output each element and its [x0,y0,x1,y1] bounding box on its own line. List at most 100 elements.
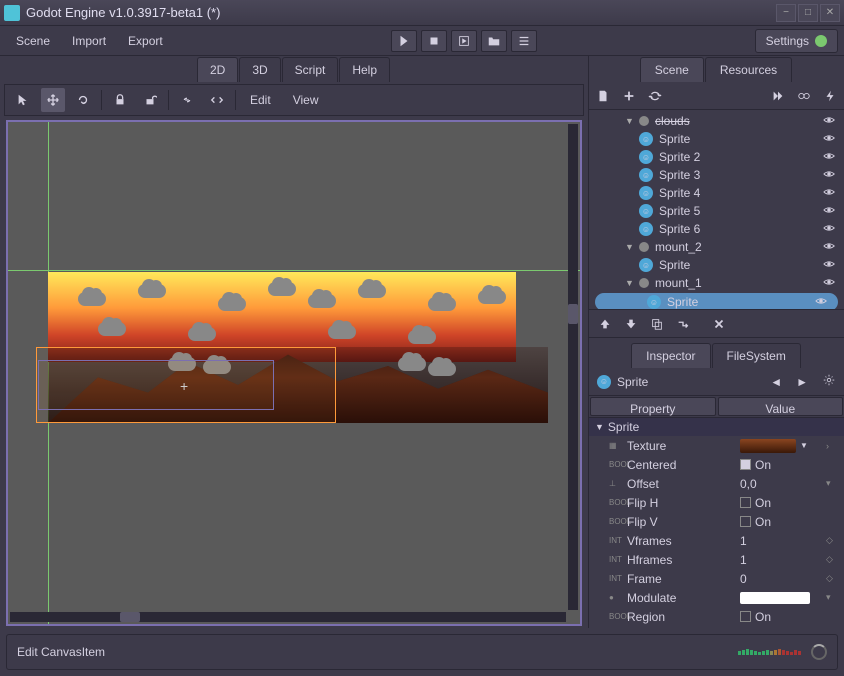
tree-row-mount_1[interactable]: ▼mount_1 [589,274,844,292]
visibility-toggle[interactable] [822,113,840,130]
script-button[interactable] [822,88,838,104]
duplicate-button[interactable] [649,316,665,332]
unlock-tool[interactable] [138,88,162,112]
connect-button[interactable] [770,88,786,104]
maximize-button[interactable]: □ [798,4,818,22]
history-back-button[interactable]: ◄ [770,375,782,389]
rotate-tool[interactable] [71,88,95,112]
visibility-toggle[interactable] [822,239,840,256]
play-scene-button[interactable] [451,30,477,52]
tree-label: Sprite [665,295,810,309]
groups-button[interactable] [796,88,812,104]
tree-row-sprite[interactable]: ☺Sprite [589,256,844,274]
delete-button[interactable] [711,316,727,332]
expand-icon[interactable]: ▼ [625,278,635,288]
list-icon [517,34,531,48]
tab-help[interactable]: Help [339,57,390,82]
canvas-viewport[interactable]: + [6,120,582,626]
lock-tool[interactable] [108,88,132,112]
expand-icon[interactable]: ▼ [625,116,635,126]
instance-button[interactable] [647,88,663,104]
tab-2d[interactable]: 2D [197,57,238,82]
menu-export[interactable]: Export [118,30,173,52]
prop-hframes[interactable]: INTHframes 1 ◇ [589,550,844,569]
move-tool[interactable] [41,88,65,112]
tree-row-sprite-4[interactable]: ☺Sprite 4 [589,184,844,202]
list-button[interactable] [511,30,537,52]
checkbox[interactable] [740,516,751,527]
add-node-button[interactable] [621,88,637,104]
open-button[interactable] [481,30,507,52]
goto-resource-button[interactable]: › [826,441,840,451]
tab-3d[interactable]: 3D [239,57,280,82]
spinner-button[interactable]: ◇ [826,573,840,584]
history-forward-button[interactable]: ► [796,375,808,389]
scrollbar-horizontal[interactable] [10,612,566,622]
checkbox[interactable] [740,459,751,470]
menu-scene[interactable]: Scene [6,30,60,52]
chain-tool[interactable] [175,88,199,112]
inspector-list[interactable]: ▼Sprite ▦Texture ▼ › BOOLCentered On ⊥Of… [589,418,844,628]
tree-row-sprite[interactable]: ☺Sprite [595,293,838,310]
spinner-button[interactable]: ◇ [826,535,840,546]
play-button[interactable] [391,30,417,52]
eye-icon [822,275,836,289]
tab-resources[interactable]: Resources [705,57,792,82]
tree-row-mount_2[interactable]: ▼mount_2 [589,238,844,256]
prop-centered[interactable]: BOOLCentered On [589,455,844,474]
tab-scene[interactable]: Scene [640,57,704,82]
edit-menu[interactable]: Edit [242,89,279,111]
inspector-section[interactable]: ▼Sprite [589,418,844,436]
move-down-button[interactable] [623,316,639,332]
tree-row-sprite-6[interactable]: ☺Sprite 6 [589,220,844,238]
new-node-button[interactable] [595,88,611,104]
select-tool[interactable] [11,88,35,112]
tree-row-sprite-2[interactable]: ☺Sprite 2 [589,148,844,166]
view-menu[interactable]: View [285,89,327,111]
scrollbar-vertical[interactable] [568,124,578,610]
settings-button[interactable]: Settings [755,29,838,53]
texture-preview[interactable] [740,439,796,453]
move-up-button[interactable] [597,316,613,332]
expand-icon[interactable]: ▼ [625,242,635,252]
expand-button[interactable]: ▾ [826,478,840,489]
prop-modulate[interactable]: ●Modulate ▾ [589,588,844,607]
prop-fliph[interactable]: BOOLFlip H On [589,493,844,512]
tree-row-sprite[interactable]: ☺Sprite [589,130,844,148]
close-button[interactable]: ✕ [820,4,840,22]
minimize-button[interactable]: − [776,4,796,22]
visibility-toggle[interactable] [822,221,840,238]
color-swatch[interactable] [740,592,810,604]
stop-button[interactable] [421,30,447,52]
prop-region[interactable]: BOOLRegion On [589,607,844,626]
visibility-toggle[interactable] [822,203,840,220]
visibility-toggle[interactable] [822,167,840,184]
tab-filesystem[interactable]: FileSystem [712,343,801,368]
tree-row-sprite-3[interactable]: ☺Sprite 3 [589,166,844,184]
checkbox[interactable] [740,611,751,622]
prop-offset[interactable]: ⊥Offset 0,0 ▾ [589,474,844,493]
visibility-toggle[interactable] [822,275,840,292]
checkbox[interactable] [740,497,751,508]
expand-button[interactable]: ▾ [826,592,840,603]
visibility-toggle[interactable] [822,131,840,148]
code-tool[interactable] [205,88,229,112]
prop-texture[interactable]: ▦Texture ▼ › [589,436,844,455]
prop-frame[interactable]: INTFrame 0 ◇ [589,569,844,588]
tree-row-sprite-5[interactable]: ☺Sprite 5 [589,202,844,220]
scene-tree[interactable]: ▼clouds☺Sprite☺Sprite 2☺Sprite 3☺Sprite … [589,110,844,310]
visibility-toggle[interactable] [822,149,840,166]
visibility-toggle[interactable] [814,294,832,311]
tab-inspector[interactable]: Inspector [631,343,710,368]
reparent-button[interactable] [675,316,691,332]
tree-row-clouds[interactable]: ▼clouds [589,112,844,130]
prop-flipv[interactable]: BOOLFlip V On [589,512,844,531]
tab-script[interactable]: Script [282,57,339,82]
menu-import[interactable]: Import [62,30,116,52]
spinner-button[interactable]: ◇ [826,554,840,565]
inspector-settings-button[interactable] [822,373,836,390]
prop-vframes[interactable]: INTVframes 1 ◇ [589,531,844,550]
visibility-toggle[interactable] [822,257,840,274]
node-icon [639,116,649,126]
visibility-toggle[interactable] [822,185,840,202]
